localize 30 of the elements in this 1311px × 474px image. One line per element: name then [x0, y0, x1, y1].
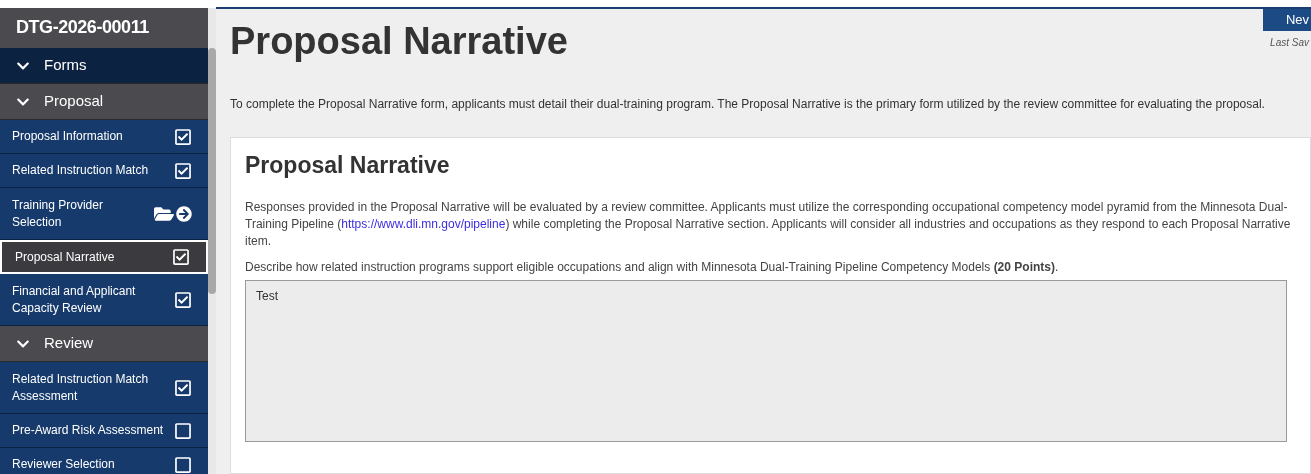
last-saved-text: Last Sav: [1270, 36, 1311, 50]
case-number: DTG-2026-00011: [0, 8, 208, 48]
sidebar-item[interactable]: Reviewer Selection: [0, 448, 208, 474]
instructions-text: Responses provided in the Proposal Narrative will be evaluated by a review committee. Applicants must utilize the corresponding occupational competency model pyramid from the Minnesota Dual-Training Pipeline (https://www.dli.mn.gov/pipeline) while completing the Proposal Narrative section. Applicants will consider all industries and occupations as they respond to each Proposal Narrative item.: [245, 198, 1292, 250]
item-label: Training Provider Selection: [12, 196, 104, 231]
section-header[interactable]: Forms: [0, 48, 208, 84]
page-title: Proposal Narrative: [230, 19, 568, 64]
item-label: Related Instruction Match: [12, 162, 149, 179]
item-label: Related Instruction Match Assessment: [12, 370, 150, 405]
item-label: Proposal Information: [12, 128, 123, 145]
sidebar-item[interactable]: Pre-Award Risk Assessment: [0, 414, 208, 448]
question-text: Describe how related instruction programs support eligible occupations and align with Minnesota Dual-Training Pipeline Competency Models (20 Points).: [245, 258, 1060, 276]
item-label: Proposal Narrative: [15, 248, 115, 266]
sidebar-item[interactable]: Proposal Narrative: [0, 240, 208, 274]
sidebar-item[interactable]: Training Provider Selection: [0, 188, 208, 240]
sidebar-item[interactable]: Financial and Applicant Capacity Review: [0, 274, 208, 326]
intro-text: To complete the Proposal Narrative form, applicants must detail their dual-training program. The Proposal Narrative is the primary form utilized by the review committee for evaluating the proposal.: [230, 96, 1266, 113]
item-label: Financial and Applicant Capacity Review: [12, 282, 137, 317]
answer-field[interactable]: Test: [245, 279, 1287, 442]
section-header[interactable]: Review: [0, 326, 208, 362]
section-header[interactable]: Proposal: [0, 84, 208, 120]
card-title: Proposal Narrative: [245, 151, 451, 180]
new-button[interactable]: Nev: [1263, 9, 1311, 31]
sidebar-item[interactable]: Related Instruction Match: [0, 154, 208, 188]
item-label: Reviewer Selection: [12, 456, 115, 473]
sidebar-item[interactable]: Related Instruction Match Assessment: [0, 362, 208, 414]
item-label: Pre-Award Risk Assessment: [12, 422, 164, 439]
scrollbar-thumb[interactable]: [208, 48, 216, 294]
pipeline-link[interactable]: https://www.dli.mn.gov/pipeline: [341, 216, 506, 231]
sidebar-item[interactable]: Proposal Information: [0, 120, 208, 154]
